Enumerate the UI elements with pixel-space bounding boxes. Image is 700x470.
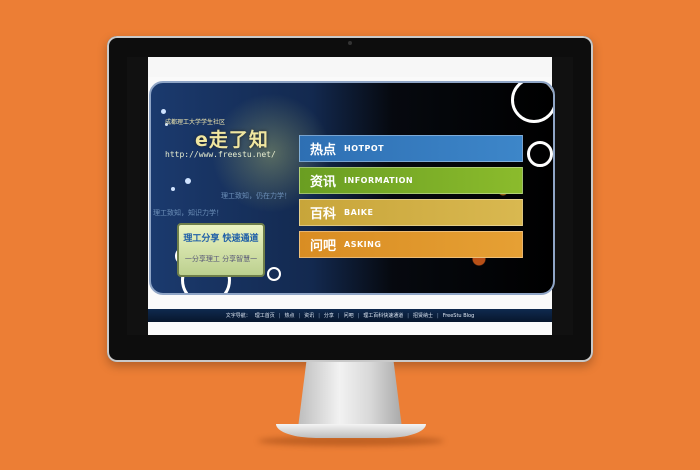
menu-item-asking[interactable]: 问吧 ASKING <box>299 231 523 258</box>
menu-label-en: ASKING <box>344 240 382 249</box>
menu-label-zh: 热点 <box>310 143 337 158</box>
screen: 成都理工大学学生社区 e走了知 http://www.freestu.net/ … <box>127 57 573 335</box>
monitor-stand-neck <box>298 362 402 428</box>
site-logo[interactable]: e走了知 <box>195 125 269 152</box>
footer-link-asking[interactable]: 问吧 <box>344 312 354 319</box>
footer-nav: 文字导航： 理工首页 | 热点 | 资讯 | 分享 | 问吧 | 理工百科快速通… <box>148 309 552 322</box>
divider: | <box>407 312 409 319</box>
menu-item-information[interactable]: 资讯 INFORMATION <box>299 167 523 194</box>
bubble-decoration <box>185 178 191 184</box>
divider: | <box>298 312 301 319</box>
bubble-decoration <box>171 187 175 191</box>
browser-top-strip <box>148 57 552 77</box>
site-banner: 成都理工大学学生社区 e走了知 http://www.freestu.net/ … <box>149 81 555 295</box>
footer-nav-prefix: 文字导航： <box>225 313 251 319</box>
ring-small-decoration <box>527 141 553 167</box>
share-subtitle: 一分享理工 分享智慧一 <box>184 255 258 263</box>
divider: | <box>437 312 439 319</box>
menu-item-baike[interactable]: 百科 BAIKE <box>299 199 523 226</box>
monitor-stand-base <box>276 424 426 438</box>
ring-tiny-decoration <box>267 267 281 281</box>
menu-label-zh: 资讯 <box>310 175 337 190</box>
divider: | <box>318 312 320 319</box>
menu-label-en: BAIKE <box>344 208 374 217</box>
divider: | <box>337 312 340 319</box>
divider: | <box>278 312 281 319</box>
footer-link-recruit[interactable]: 招贤纳士 <box>413 312 433 319</box>
bubble-decoration <box>161 109 166 114</box>
slogan-secondary: 理工致知，知识力学！ <box>153 209 223 217</box>
footer-link-hotpot[interactable]: 热点 <box>284 312 294 319</box>
menu-label-zh: 百科 <box>310 207 337 222</box>
site-url[interactable]: http://www.freestu.net/ <box>165 150 276 159</box>
camera-dot <box>348 41 352 45</box>
share-quick-link[interactable]: 理工分享 快速通道 一分享理工 分享智慧一 <box>177 223 265 277</box>
footer-link-share[interactable]: 分享 <box>324 312 334 319</box>
menu-label-zh: 问吧 <box>310 239 337 254</box>
footer-link-home[interactable]: 理工首页 <box>255 312 275 319</box>
slogan: 理工致知，仍在力学！ <box>221 192 291 200</box>
footer-link-blog[interactable]: FreeStu Blog <box>443 313 475 319</box>
menu-label-en: INFORMATION <box>344 176 414 185</box>
menu-label-en: HOTPOT <box>344 144 385 153</box>
footer-link-information[interactable]: 资讯 <box>304 312 314 319</box>
menu-item-hotpot[interactable]: 热点 HOTPOT <box>299 135 523 162</box>
share-title: 理工分享 快速通道 <box>183 234 259 244</box>
divider: | <box>357 312 360 319</box>
footer-link-baike-channel[interactable]: 理工百科快速通道 <box>363 312 403 319</box>
ring-large-decoration <box>511 83 553 123</box>
